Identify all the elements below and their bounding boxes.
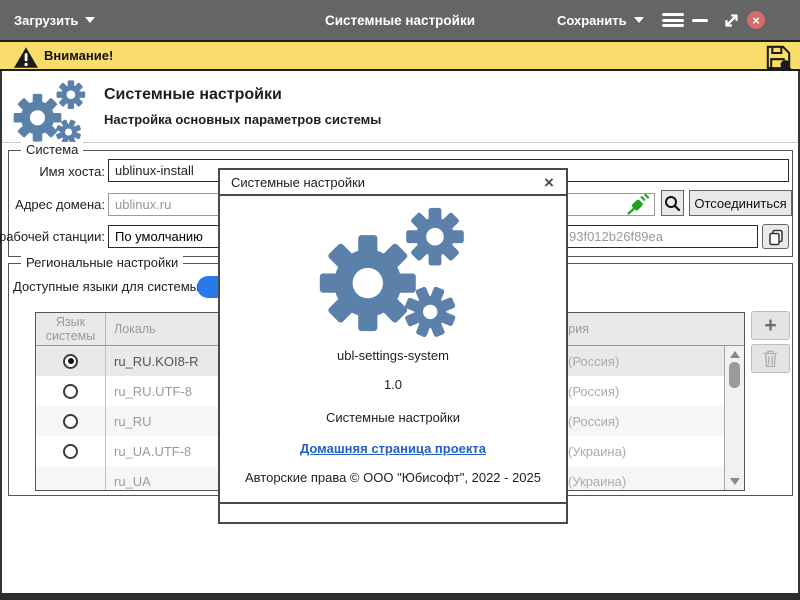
workstation-id-value: По умолчанию: [115, 229, 203, 244]
system-language-radio[interactable]: [63, 384, 78, 399]
minimize-button[interactable]: [692, 19, 708, 22]
save-menu-button[interactable]: Сохранить: [557, 0, 644, 40]
trash-icon: [762, 349, 779, 368]
radio-cell: [36, 376, 106, 406]
warning-bar: Внимание!: [0, 40, 800, 71]
hostname-label: Имя хоста:: [39, 164, 105, 179]
delete-locale-button[interactable]: [751, 344, 790, 373]
disconnect-button[interactable]: Отсоединиться: [689, 190, 792, 216]
maximize-button[interactable]: [723, 12, 740, 29]
app-title: Системные настройки: [220, 410, 566, 425]
scroll-up-icon[interactable]: [730, 351, 740, 358]
dialog-footer-divider: [220, 502, 566, 504]
close-button[interactable]: ×: [747, 11, 765, 29]
homepage-link[interactable]: Домашняя страница проекта: [300, 441, 486, 456]
search-icon: [664, 195, 681, 212]
add-locale-button[interactable]: +: [751, 311, 790, 340]
save-icon[interactable]: [765, 44, 792, 71]
search-domain-button[interactable]: [661, 190, 684, 216]
radio-cell: [36, 406, 106, 436]
domain-label: Адрес домена:: [15, 197, 105, 212]
app-package-name: ubl-settings-system: [220, 348, 566, 363]
save-menu-label: Сохранить: [557, 13, 627, 28]
system-language-radio[interactable]: [63, 354, 78, 369]
warning-icon: [13, 46, 39, 69]
workstation-id-label: ID рабочей станции:: [0, 229, 105, 244]
dialog-close-icon[interactable]: ×: [539, 173, 559, 193]
column-header-language: Язык системы: [36, 313, 106, 345]
about-dialog: Системные настройки ×: [218, 168, 568, 524]
languages-label: Доступные языки для системы:: [13, 279, 203, 294]
menu-icon[interactable]: [662, 13, 684, 27]
connected-plug-icon: [626, 194, 650, 215]
app-version: 1.0: [220, 377, 566, 392]
regional-legend: Региональные настройки: [21, 255, 183, 270]
system-legend: Система: [21, 142, 83, 157]
page-subtitle: Настройка основных параметров системы: [104, 112, 381, 127]
workstation-id-hex: 93f012b26f89ea: [569, 229, 663, 244]
about-dialog-title: Системные настройки: [231, 175, 365, 190]
chevron-down-icon: [634, 17, 644, 23]
radio-cell: [36, 466, 106, 491]
system-language-radio[interactable]: [63, 414, 78, 429]
radio-cell: [36, 436, 106, 466]
copyright-text: Авторские права © ООО "Юбисофт", 2022 - …: [220, 470, 566, 485]
warning-text: Внимание!: [44, 48, 113, 63]
top-toolbar: Загрузить Системные настройки Сохранить …: [0, 0, 800, 40]
scrollbar-thumb[interactable]: [729, 362, 740, 388]
bottom-bar: [0, 593, 800, 600]
page-title: Системные настройки: [104, 86, 282, 104]
scroll-down-icon[interactable]: [730, 478, 740, 485]
about-dialog-titlebar[interactable]: Системные настройки ×: [220, 170, 566, 196]
app-window: Загрузить Системные настройки Сохранить …: [0, 0, 800, 600]
system-language-radio[interactable]: [63, 444, 78, 459]
copy-icon: [767, 228, 785, 246]
radio-cell: [36, 346, 106, 376]
table-scrollbar[interactable]: [724, 346, 744, 490]
header-divider: [2, 142, 798, 143]
copy-id-button[interactable]: [762, 224, 789, 249]
gears-logo: [315, 203, 475, 344]
gears-app-icon: [10, 78, 92, 148]
